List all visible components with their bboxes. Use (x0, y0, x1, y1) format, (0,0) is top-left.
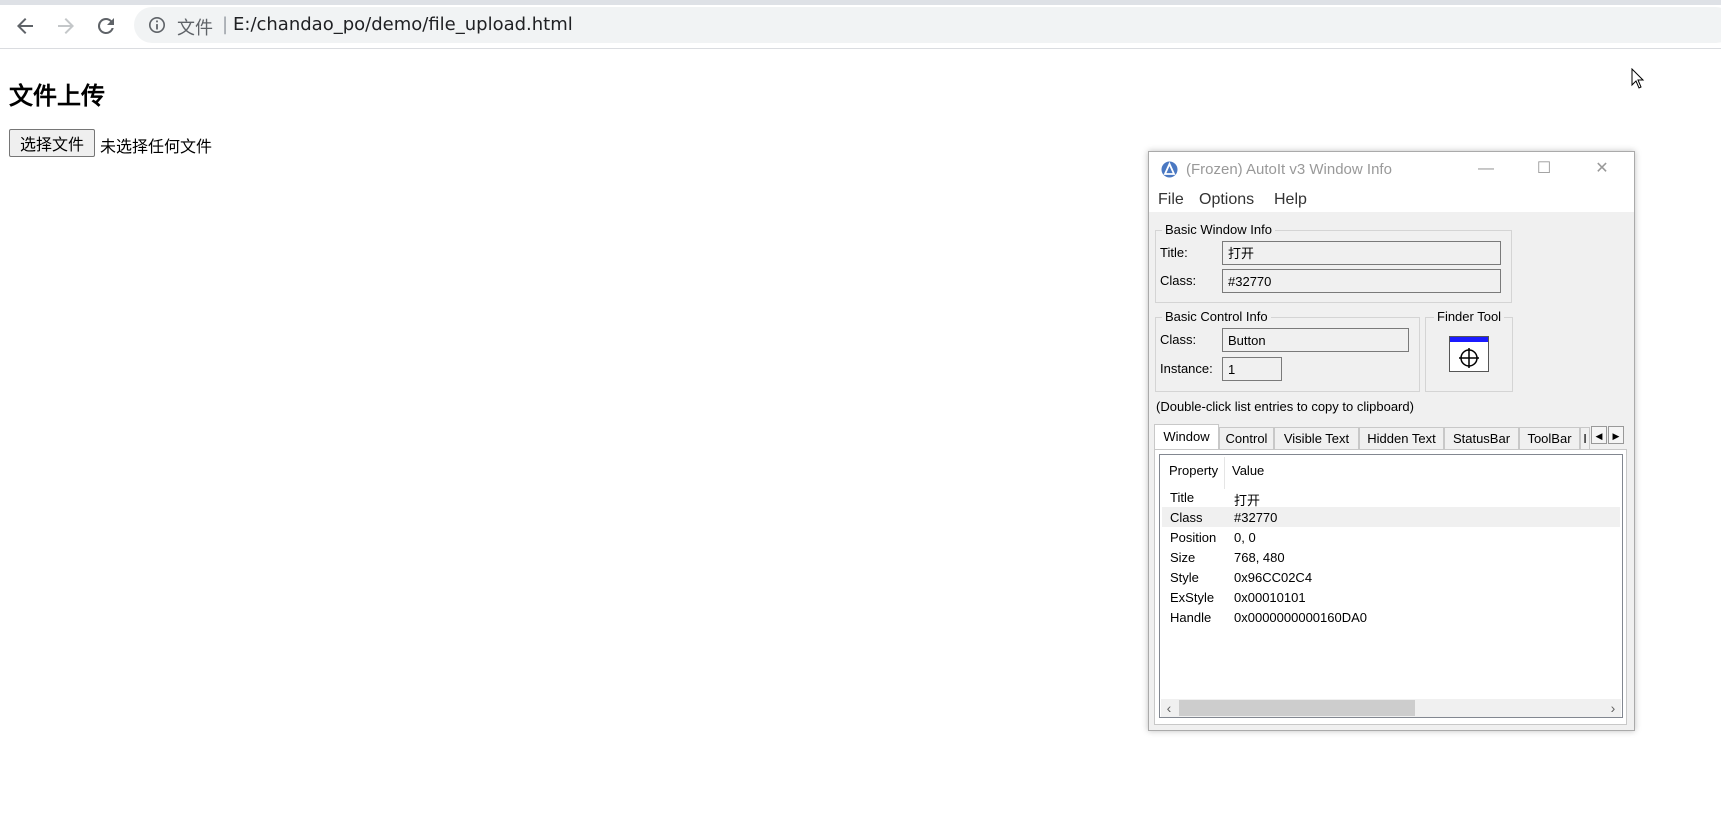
row-property: Style (1170, 570, 1199, 585)
row-property: Title (1170, 490, 1195, 505)
url-scheme-label: 文件 (177, 18, 213, 39)
column-header-property[interactable]: Property (1169, 463, 1218, 478)
basic-control-info-label: Basic Control Info (1162, 309, 1271, 324)
window-class-field[interactable]: #32770 (1222, 269, 1501, 293)
tab-hidden-text[interactable]: Hidden Text (1359, 427, 1444, 449)
autoit-title: (Frozen) AutoIt v3 Window Info (1186, 161, 1392, 178)
finder-titlebar (1450, 337, 1488, 342)
window-title-field[interactable]: 打开 (1222, 241, 1501, 265)
basic-window-info-group: Basic Window Info Title: 打开 Class: #3277… (1155, 222, 1512, 303)
table-row[interactable]: Title 打开 (1162, 487, 1620, 508)
tab-strip (0, 0, 1721, 5)
finder-tool-group: Finder Tool (1425, 309, 1513, 392)
reload-button[interactable] (94, 14, 118, 38)
scroll-left-icon[interactable]: ‹ (1161, 699, 1177, 717)
tab-control[interactable]: Control (1219, 427, 1274, 449)
tab-scroll-left[interactable]: ◀ (1591, 426, 1607, 444)
minimize-button[interactable]: — (1476, 160, 1496, 178)
arrow-left-icon (17, 18, 33, 34)
forward-button[interactable] (54, 14, 78, 38)
tab-visible-text[interactable]: Visible Text (1274, 427, 1359, 449)
menu-file[interactable]: File (1158, 191, 1184, 209)
maximize-button[interactable]: ☐ (1534, 160, 1554, 178)
choose-file-button[interactable]: 选择文件 (9, 129, 96, 157)
table-row[interactable]: Size 768, 480 (1162, 547, 1620, 567)
table-row[interactable]: Style 0x96CC02C4 (1162, 567, 1620, 587)
basic-window-info-label: Basic Window Info (1162, 222, 1275, 237)
window-tab-panel: Property Value Title 打开 Class #32770 Pos… (1154, 449, 1627, 725)
tab-toolbar[interactable]: ToolBar (1519, 427, 1580, 449)
arrow-right-icon (58, 18, 74, 34)
table-row-selected[interactable]: Class #32770 (1162, 507, 1620, 527)
url-separator: | (222, 14, 229, 35)
row-value: 0, 0 (1234, 530, 1256, 545)
browser-toolbar: 文件 | E:/chandao_po/demo/file_upload.html (0, 0, 1721, 49)
control-class-field[interactable]: Button (1222, 328, 1409, 352)
scroll-thumb[interactable] (1179, 700, 1415, 716)
close-button[interactable]: ✕ (1592, 160, 1612, 178)
row-value: 0x00010101 (1234, 590, 1306, 605)
column-divider (1224, 457, 1225, 489)
row-value: 0x96CC02C4 (1234, 570, 1313, 585)
control-instance-label: Instance: (1160, 361, 1213, 376)
finder-tool-label: Finder Tool (1434, 309, 1505, 324)
scroll-right-icon[interactable]: › (1605, 699, 1621, 717)
tab-window[interactable]: Window (1154, 424, 1219, 450)
row-property: Size (1170, 550, 1196, 565)
row-value: 768, 480 (1234, 550, 1285, 565)
tab-scroll-right[interactable]: ▶ (1608, 426, 1624, 444)
table-row[interactable]: ExStyle 0x00010101 (1162, 587, 1620, 607)
crosshair-icon (1459, 348, 1479, 368)
finder-tool-target[interactable] (1449, 336, 1489, 372)
reload-icon (97, 17, 114, 34)
row-property: ExStyle (1170, 590, 1215, 605)
window-title-label: Title: (1160, 245, 1188, 260)
autoit-app-icon (1161, 161, 1178, 178)
url-text[interactable]: E:/chandao_po/demo/file_upload.html (233, 14, 573, 35)
property-list[interactable]: Property Value Title 打开 Class #32770 Pos… (1159, 454, 1623, 718)
page-title: 文件上传 (9, 82, 105, 110)
menu-options[interactable]: Options (1199, 191, 1254, 209)
window-class-label: Class: (1160, 273, 1197, 288)
copy-hint-text: (Double-click list entries to copy to cl… (1156, 399, 1414, 414)
info-tabs: Window Control Visible Text Hidden Text … (1154, 424, 1628, 450)
row-value: #32770 (1234, 510, 1278, 525)
autoit-title-bar[interactable]: (Frozen) AutoIt v3 Window Info — ☐ ✕ (1149, 152, 1634, 186)
column-header-value[interactable]: Value (1232, 463, 1264, 478)
row-property: Handle (1170, 610, 1212, 625)
menu-help[interactable]: Help (1274, 191, 1307, 209)
address-bar[interactable]: 文件 | E:/chandao_po/demo/file_upload.html (134, 7, 1721, 43)
row-property: Class (1170, 510, 1203, 525)
table-row[interactable]: Handle 0x0000000000160DA0 (1162, 607, 1620, 627)
row-value: 0x0000000000160DA0 (1234, 610, 1368, 625)
row-property: Position (1170, 530, 1217, 545)
tab-statusbar[interactable]: StatusBar (1444, 427, 1519, 449)
table-row[interactable]: Position 0, 0 (1162, 527, 1620, 547)
control-instance-field[interactable]: 1 (1222, 357, 1282, 381)
autoit-menu-bar: File Options Help (1149, 186, 1634, 212)
back-button[interactable] (13, 14, 37, 38)
control-class-label: Class: (1160, 332, 1197, 347)
file-status-text: 未选择任何文件 (100, 137, 213, 156)
tab-more[interactable]: I (1580, 427, 1590, 449)
basic-control-info-group: Basic Control Info Class: Button Instanc… (1155, 309, 1420, 392)
autoit-window-info: (Frozen) AutoIt v3 Window Info — ☐ ✕ Fil… (1148, 151, 1635, 731)
mouse-cursor-icon (1631, 68, 1645, 89)
info-icon[interactable] (148, 16, 166, 34)
horizontal-scrollbar[interactable]: ‹ › (1161, 699, 1621, 717)
